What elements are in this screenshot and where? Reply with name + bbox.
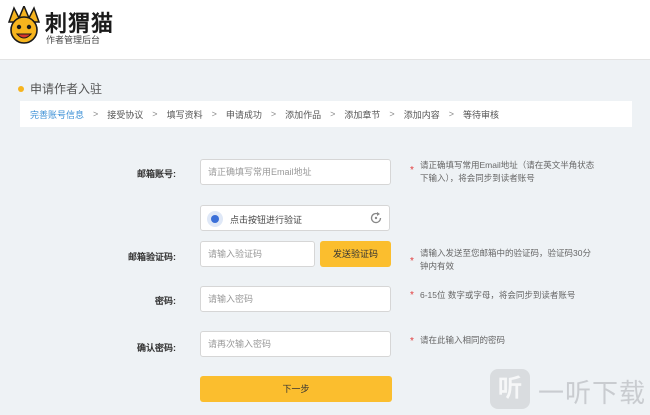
required-mark: *: [410, 256, 414, 267]
hedgehog-cat-logo-icon[interactable]: [6, 6, 42, 46]
page-title: 申请作者入驻: [18, 80, 102, 97]
password-label: 密码:: [155, 296, 176, 306]
watermark-logo-icon: 听: [490, 369, 530, 409]
email-label: 邮箱账号:: [137, 169, 176, 179]
step-await-review: 等待审核: [462, 109, 499, 120]
code-hint: 请输入发送至您邮箱中的验证码，验证码30分 钟内有效: [420, 248, 591, 271]
refresh-icon[interactable]: [369, 211, 383, 225]
code-label: 邮箱验证码:: [128, 252, 176, 262]
captcha-label: 点击按钮进行验证: [230, 215, 303, 225]
step-add-work: 添加作品: [285, 109, 322, 120]
step-accept-agreement: 接受协议: [107, 109, 144, 120]
step-add-chapter: 添加章节: [344, 109, 381, 120]
step-fill-profile: 填写资料: [166, 109, 203, 120]
header: 刺猬猫 作者管理后台: [0, 0, 650, 60]
next-button[interactable]: 下一步: [200, 376, 392, 402]
step-add-content: 添加内容: [403, 109, 440, 120]
step-apply-success: 申请成功: [225, 109, 262, 120]
code-input[interactable]: 请输入验证码: [200, 241, 315, 267]
chevron-right-icon: >: [93, 109, 99, 119]
chevron-right-icon: >: [152, 109, 158, 119]
chevron-right-icon: >: [211, 109, 217, 119]
send-code-button[interactable]: 发送验证码: [320, 241, 391, 267]
step-account-info[interactable]: 完善账号信息: [30, 108, 84, 121]
brand-subtitle: 作者管理后台: [46, 35, 101, 45]
email-input[interactable]: 请正确填写常用Email地址: [200, 159, 391, 185]
password-input[interactable]: 请输入密码: [200, 286, 391, 312]
title-dot-icon: [18, 85, 24, 92]
progress-steps: 完善账号信息 > 接受协议 > 填写资料 > 申请成功 > 添加作品 > 添加章…: [20, 101, 632, 127]
confirm-password-label: 确认密码:: [137, 343, 176, 353]
captcha-check-icon: [207, 211, 223, 227]
required-mark: *: [410, 336, 414, 347]
chevron-right-icon: >: [448, 109, 454, 119]
watermark-text: 一听下载: [538, 379, 647, 409]
email-hint: 请正确填写常用Email地址（请在英文半角状态 下输入），将会同步到读者账号: [420, 160, 595, 183]
captcha-verify-button[interactable]: 点击按钮进行验证: [200, 205, 390, 231]
required-mark: *: [410, 165, 414, 176]
required-mark: *: [410, 290, 414, 301]
chevron-right-icon: >: [330, 109, 336, 119]
watermark: 听 一听下载: [490, 365, 650, 415]
password-hint: 6-15位 数字或字母，将会同步到读者账号: [420, 290, 576, 300]
confirm-password-hint: 请在此输入相同的密码: [420, 335, 506, 345]
chevron-right-icon: >: [270, 109, 277, 119]
confirm-password-input[interactable]: 请再次输入密码: [200, 331, 391, 357]
chevron-right-icon: >: [389, 109, 395, 119]
